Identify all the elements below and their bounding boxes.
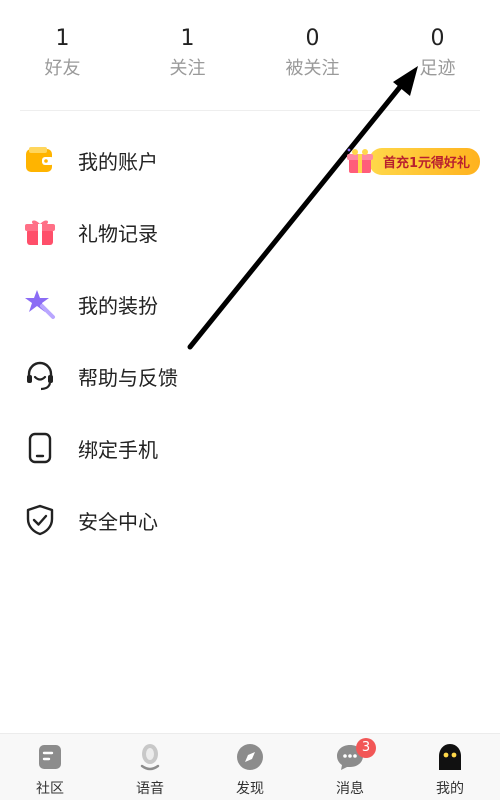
- compass-icon: [237, 744, 263, 770]
- tab-me[interactable]: 我的: [400, 734, 500, 800]
- stat-footprints-label: 足迹: [419, 58, 456, 79]
- tab-messages[interactable]: 3 消息: [300, 734, 400, 800]
- tab-community-label: 社区: [36, 781, 64, 797]
- microphone-icon: [140, 744, 160, 771]
- tab-discover-label: 发现: [236, 781, 264, 797]
- tab-messages-label: 消息: [336, 781, 364, 797]
- tab-discover[interactable]: 发现: [200, 734, 300, 800]
- menu-item-account-label: 我的账户: [78, 149, 158, 174]
- menu-item-security-label: 安全中心: [78, 509, 158, 534]
- tab-me-label: 我的: [436, 781, 464, 797]
- menu-item-bind-phone-label: 绑定手机: [78, 437, 158, 462]
- stat-following-label: 关注: [169, 58, 206, 79]
- menu-item-dress-up-label: 我的装扮: [78, 293, 158, 318]
- menu-item-help-feedback-label: 帮助与反馈: [78, 365, 178, 390]
- wallet-icon: [26, 147, 54, 172]
- first-recharge-promo[interactable]: 首充1元得好礼: [345, 147, 480, 175]
- stat-followers-count: 0: [305, 26, 320, 51]
- avatar-icon: [439, 744, 461, 770]
- stat-friends-label: 好友: [44, 58, 81, 79]
- menu-item-security[interactable]: 安全中心: [0, 484, 500, 556]
- phone-icon: [28, 432, 52, 464]
- stat-footprints[interactable]: 0 足迹: [375, 22, 500, 92]
- menu-item-help-feedback[interactable]: 帮助与反馈: [0, 340, 500, 412]
- stat-friends[interactable]: 1 好友: [0, 22, 125, 92]
- stat-followers-label: 被关注: [285, 58, 340, 79]
- stat-following[interactable]: 1 关注: [125, 22, 250, 92]
- star-wand-icon: [25, 290, 55, 319]
- tab-community[interactable]: 社区: [0, 734, 100, 800]
- bottom-tab-bar: 社区 语音 发现 3 消息 我的: [0, 733, 500, 800]
- stat-following-count: 1: [180, 26, 195, 51]
- stat-followers[interactable]: 0 被关注: [250, 22, 375, 92]
- community-icon: [39, 745, 61, 769]
- menu-list: 我的账户 首充1元得好礼 礼物记录 我的装扮 帮助与反馈 绑定手机 安全中心: [0, 124, 500, 556]
- headset-icon: [27, 361, 53, 391]
- divider: [20, 110, 480, 111]
- gift-icon: [25, 220, 55, 245]
- stats-bar: 1 好友 1 关注 0 被关注 0 足迹: [0, 22, 500, 92]
- menu-item-account[interactable]: 我的账户 首充1元得好礼: [0, 124, 500, 196]
- menu-item-gift-records-label: 礼物记录: [78, 221, 158, 246]
- tab-voice-label: 语音: [136, 781, 164, 797]
- gift-box-icon: [346, 148, 373, 173]
- promo-text: 首充1元得好礼: [368, 147, 480, 175]
- stat-footprints-count: 0: [430, 26, 445, 51]
- shield-icon: [26, 504, 54, 536]
- tab-voice[interactable]: 语音: [100, 734, 200, 800]
- stat-friends-count: 1: [55, 26, 70, 51]
- unread-badge: 3: [356, 738, 376, 758]
- menu-item-dress-up[interactable]: 我的装扮: [0, 268, 500, 340]
- menu-item-bind-phone[interactable]: 绑定手机: [0, 412, 500, 484]
- menu-item-gift-records[interactable]: 礼物记录: [0, 196, 500, 268]
